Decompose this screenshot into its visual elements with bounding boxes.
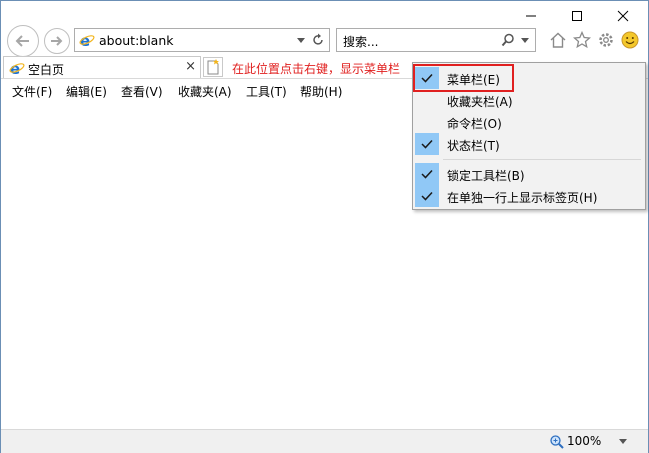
search-icon[interactable] [501,33,515,47]
menu-favorites[interactable]: 收藏夹(A) [178,83,232,100]
forward-button[interactable] [44,28,70,54]
home-button[interactable] [548,30,568,50]
checkmark-icon [421,191,433,201]
menu-tools[interactable]: 工具(T) [246,83,287,100]
ctx-label-lock-toolbars: 锁定工具栏(B) [447,169,525,183]
minimize-button[interactable] [508,1,554,31]
menu-view[interactable]: 查看(V) [121,83,163,100]
back-button[interactable] [7,25,39,57]
refresh-icon[interactable] [311,33,325,47]
ctx-label-tabs-separate-row: 在单独一行上显示标签页(H) [447,191,598,205]
ctx-item-status-bar[interactable]: 状态栏(T) [415,133,643,155]
ctx-item-command-bar[interactable]: 命令栏(O) [415,111,643,133]
search-box[interactable]: 搜索... [336,28,536,52]
home-icon [550,32,566,48]
gear-icon [599,33,613,47]
ctx-item-lock-toolbars[interactable]: 锁定工具栏(B) [415,163,643,185]
ctx-label-favorites-bar: 收藏夹栏(A) [447,95,513,109]
back-arrow-icon [15,35,29,47]
new-tab-button[interactable] [203,57,223,77]
zoom-level[interactable]: 100% [567,434,601,448]
smiley-icon [621,31,639,49]
forward-arrow-icon [51,36,63,46]
ctx-check-lock-toolbars [415,163,439,185]
menu-file[interactable]: 文件(F) [12,83,52,100]
tools-button[interactable] [596,30,616,50]
highlight-box [413,64,514,92]
ctx-check-tabs-separate-row [415,185,439,207]
favorites-button[interactable] [572,30,592,50]
new-tab-icon [207,59,219,75]
minimize-icon [526,15,536,17]
ctx-separator [443,159,641,160]
ctx-label-status-bar: 状态栏(T) [447,139,500,153]
ctx-check-status-bar [415,133,439,155]
close-icon [617,10,629,22]
menu-help[interactable]: 帮助(H) [300,83,342,100]
address-bar[interactable]: e about:blank [74,28,330,52]
address-url: about:blank [99,33,174,48]
ctx-item-tabs-separate-row[interactable]: 在单独一行上显示标签页(H) [415,185,643,207]
ctx-item-favorites-bar[interactable]: 收藏夹栏(A) [415,89,643,111]
feedback-button[interactable] [620,30,640,50]
hint-annotation: 在此位置点击右键，显示菜单栏 [232,62,401,76]
maximize-button[interactable] [554,1,600,31]
ie-logo-icon: e [79,32,95,48]
checkmark-icon [421,169,433,179]
ie-tab-icon: e [9,60,25,76]
status-bar: 100% [1,429,648,453]
dropdown-arrow-icon[interactable] [297,38,305,44]
tab-close-icon[interactable]: × [185,59,196,74]
menu-edit[interactable]: 编辑(E) [66,83,107,100]
ctx-label-command-bar: 命令栏(O) [447,117,502,131]
tab-blank-page[interactable]: e 空白页 × [3,56,201,78]
zoom-dropdown-icon[interactable] [619,439,627,445]
zoom-icon[interactable] [549,434,565,450]
tab-title: 空白页 [28,63,65,77]
maximize-icon [572,11,582,21]
search-dropdown-icon[interactable] [521,38,529,44]
star-icon [573,31,591,49]
search-input[interactable]: 搜索... [343,33,378,50]
close-window-button[interactable] [600,1,646,31]
checkmark-icon [421,139,433,149]
